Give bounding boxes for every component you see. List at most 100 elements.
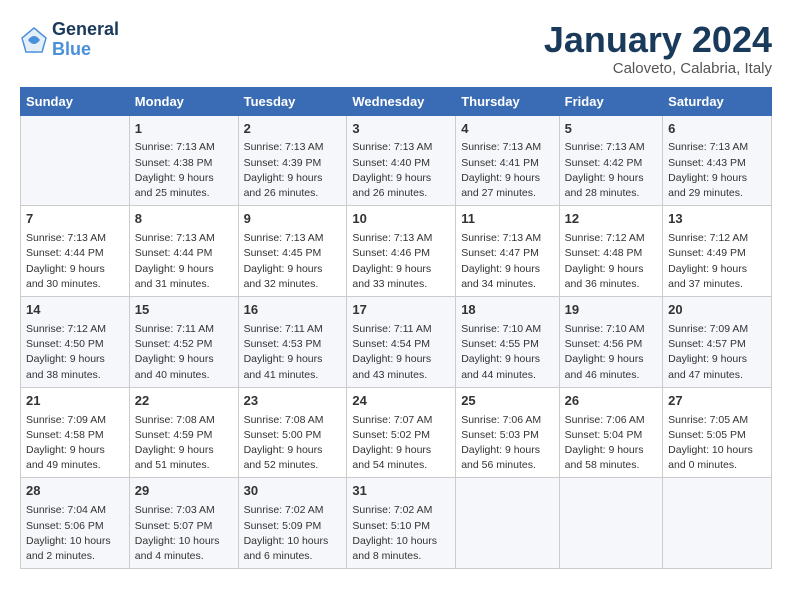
header-sunday: Sunday (21, 87, 130, 115)
day-number: 29 (135, 482, 233, 501)
day-number: 22 (135, 392, 233, 411)
day-number: 6 (668, 120, 766, 139)
day-number: 14 (26, 301, 124, 320)
day-number: 2 (244, 120, 342, 139)
calendar-cell: 9 Sunrise: 7:13 AMSunset: 4:45 PMDaylight… (238, 206, 347, 297)
calendar-cell: 19 Sunrise: 7:10 AMSunset: 4:56 PMDayligh… (559, 297, 662, 388)
day-number: 16 (244, 301, 342, 320)
day-info: Sunrise: 7:11 AMSunset: 4:52 PMDaylight:… (135, 322, 233, 383)
day-info: Sunrise: 7:13 AMSunset: 4:44 PMDaylight:… (135, 231, 233, 292)
day-info: Sunrise: 7:13 AMSunset: 4:40 PMDaylight:… (352, 140, 450, 201)
day-info: Sunrise: 7:07 AMSunset: 5:02 PMDaylight:… (352, 413, 450, 474)
day-info: Sunrise: 7:10 AMSunset: 4:56 PMDaylight:… (565, 322, 657, 383)
calendar-cell: 11Sunrise: 7:13 AMSunset: 4:47 PMDayligh… (456, 206, 559, 297)
calendar-cell: 8 Sunrise: 7:13 AMSunset: 4:44 PMDaylight… (129, 206, 238, 297)
logo: General Blue (20, 20, 119, 60)
logo-icon (20, 26, 48, 54)
day-number: 23 (244, 392, 342, 411)
day-number: 17 (352, 301, 450, 320)
day-number: 20 (668, 301, 766, 320)
day-info: Sunrise: 7:12 AMSunset: 4:49 PMDaylight:… (668, 231, 766, 292)
day-number: 13 (668, 210, 766, 229)
day-info: Sunrise: 7:08 AMSunset: 5:00 PMDaylight:… (244, 413, 342, 474)
calendar-cell: 23 Sunrise: 7:08 AMSunset: 5:00 PMDayligh… (238, 387, 347, 478)
day-number: 1 (135, 120, 233, 139)
calendar-cell: 25Sunrise: 7:06 AMSunset: 5:03 PMDayligh… (456, 387, 559, 478)
calendar-cell: 26Sunrise: 7:06 AMSunset: 5:04 PMDayligh… (559, 387, 662, 478)
day-info: Sunrise: 7:13 AMSunset: 4:41 PMDaylight:… (461, 140, 553, 201)
day-info: Sunrise: 7:13 AMSunset: 4:43 PMDaylight:… (668, 140, 766, 201)
day-number: 4 (461, 120, 553, 139)
day-info: Sunrise: 7:13 AMSunset: 4:47 PMDaylight:… (461, 231, 553, 292)
day-info: Sunrise: 7:09 AMSunset: 4:57 PMDaylight:… (668, 322, 766, 383)
day-info: Sunrise: 7:12 AMSunset: 4:50 PMDaylight:… (26, 322, 124, 383)
week-row-1: 1Sunrise: 7:13 AMSunset: 4:38 PMDaylight… (21, 115, 772, 206)
calendar-cell: 30Sunrise: 7:02 AMSunset: 5:09 PMDayligh… (238, 478, 347, 569)
calendar-cell: 17Sunrise: 7:11 AMSunset: 4:54 PMDayligh… (347, 297, 456, 388)
calendar-cell: 31 Sunrise: 7:02 AMSunset: 5:10 PMDayligh… (347, 478, 456, 569)
calendar-cell: 20 Sunrise: 7:09 AMSunset: 4:57 PMDayligh… (663, 297, 772, 388)
day-info: Sunrise: 7:02 AMSunset: 5:09 PMDaylight:… (244, 503, 342, 564)
calendar-header-row: SundayMondayTuesdayWednesdayThursdayFrid… (21, 87, 772, 115)
day-number: 18 (461, 301, 553, 320)
month-title: January 2024 (544, 20, 772, 60)
day-info: Sunrise: 7:13 AMSunset: 4:45 PMDaylight:… (244, 231, 342, 292)
calendar-cell (663, 478, 772, 569)
day-number: 15 (135, 301, 233, 320)
day-info: Sunrise: 7:10 AMSunset: 4:55 PMDaylight:… (461, 322, 553, 383)
day-info: Sunrise: 7:11 AMSunset: 4:53 PMDaylight:… (244, 322, 342, 383)
day-info: Sunrise: 7:13 AMSunset: 4:46 PMDaylight:… (352, 231, 450, 292)
day-number: 31 (352, 482, 450, 501)
header-friday: Friday (559, 87, 662, 115)
day-number: 3 (352, 120, 450, 139)
calendar-body: 1Sunrise: 7:13 AMSunset: 4:38 PMDaylight… (21, 115, 772, 569)
day-number: 7 (26, 210, 124, 229)
week-row-4: 21Sunrise: 7:09 AMSunset: 4:58 PMDayligh… (21, 387, 772, 478)
day-info: Sunrise: 7:09 AMSunset: 4:58 PMDaylight:… (26, 413, 124, 474)
calendar-cell (559, 478, 662, 569)
header-thursday: Thursday (456, 87, 559, 115)
day-info: Sunrise: 7:13 AMSunset: 4:44 PMDaylight:… (26, 231, 124, 292)
header-wednesday: Wednesday (347, 87, 456, 115)
calendar-cell: 13 Sunrise: 7:12 AMSunset: 4:49 PMDayligh… (663, 206, 772, 297)
day-info: Sunrise: 7:05 AMSunset: 5:05 PMDaylight:… (668, 413, 766, 474)
header-saturday: Saturday (663, 87, 772, 115)
day-number: 27 (668, 392, 766, 411)
calendar-cell: 4Sunrise: 7:13 AMSunset: 4:41 PMDaylight… (456, 115, 559, 206)
day-info: Sunrise: 7:06 AMSunset: 5:03 PMDaylight:… (461, 413, 553, 474)
day-number: 9 (244, 210, 342, 229)
calendar-cell: 12Sunrise: 7:12 AMSunset: 4:48 PMDayligh… (559, 206, 662, 297)
calendar-cell: 2Sunrise: 7:13 AMSunset: 4:39 PMDaylight… (238, 115, 347, 206)
day-number: 5 (565, 120, 657, 139)
calendar-cell: 27 Sunrise: 7:05 AMSunset: 5:05 PMDayligh… (663, 387, 772, 478)
calendar-cell: 28 Sunrise: 7:04 AMSunset: 5:06 PMDayligh… (21, 478, 130, 569)
day-number: 8 (135, 210, 233, 229)
title-block: January 2024 Caloveto, Calabria, Italy (544, 20, 772, 77)
header-tuesday: Tuesday (238, 87, 347, 115)
day-info: Sunrise: 7:13 AMSunset: 4:38 PMDaylight:… (135, 140, 233, 201)
logo-text: General Blue (52, 20, 119, 60)
calendar-cell: 16 Sunrise: 7:11 AMSunset: 4:53 PMDayligh… (238, 297, 347, 388)
calendar-cell: 22 Sunrise: 7:08 AMSunset: 4:59 PMDayligh… (129, 387, 238, 478)
calendar-cell: 3Sunrise: 7:13 AMSunset: 4:40 PMDaylight… (347, 115, 456, 206)
calendar-cell: 21Sunrise: 7:09 AMSunset: 4:58 PMDayligh… (21, 387, 130, 478)
calendar-cell: 7 Sunrise: 7:13 AMSunset: 4:44 PMDaylight… (21, 206, 130, 297)
calendar-cell: 14 Sunrise: 7:12 AMSunset: 4:50 PMDayligh… (21, 297, 130, 388)
day-number: 19 (565, 301, 657, 320)
header-monday: Monday (129, 87, 238, 115)
calendar-cell: 1Sunrise: 7:13 AMSunset: 4:38 PMDaylight… (129, 115, 238, 206)
day-info: Sunrise: 7:03 AMSunset: 5:07 PMDaylight:… (135, 503, 233, 564)
day-info: Sunrise: 7:08 AMSunset: 4:59 PMDaylight:… (135, 413, 233, 474)
day-number: 12 (565, 210, 657, 229)
day-info: Sunrise: 7:13 AMSunset: 4:39 PMDaylight:… (244, 140, 342, 201)
day-info: Sunrise: 7:02 AMSunset: 5:10 PMDaylight:… (352, 503, 450, 564)
calendar-cell: 18 Sunrise: 7:10 AMSunset: 4:55 PMDayligh… (456, 297, 559, 388)
calendar-cell: 24 Sunrise: 7:07 AMSunset: 5:02 PMDayligh… (347, 387, 456, 478)
calendar-cell (21, 115, 130, 206)
day-number: 28 (26, 482, 124, 501)
day-number: 24 (352, 392, 450, 411)
calendar-cell: 6Sunrise: 7:13 AMSunset: 4:43 PMDaylight… (663, 115, 772, 206)
day-info: Sunrise: 7:04 AMSunset: 5:06 PMDaylight:… (26, 503, 124, 564)
week-row-3: 14 Sunrise: 7:12 AMSunset: 4:50 PMDayligh… (21, 297, 772, 388)
calendar-table: SundayMondayTuesdayWednesdayThursdayFrid… (20, 87, 772, 570)
